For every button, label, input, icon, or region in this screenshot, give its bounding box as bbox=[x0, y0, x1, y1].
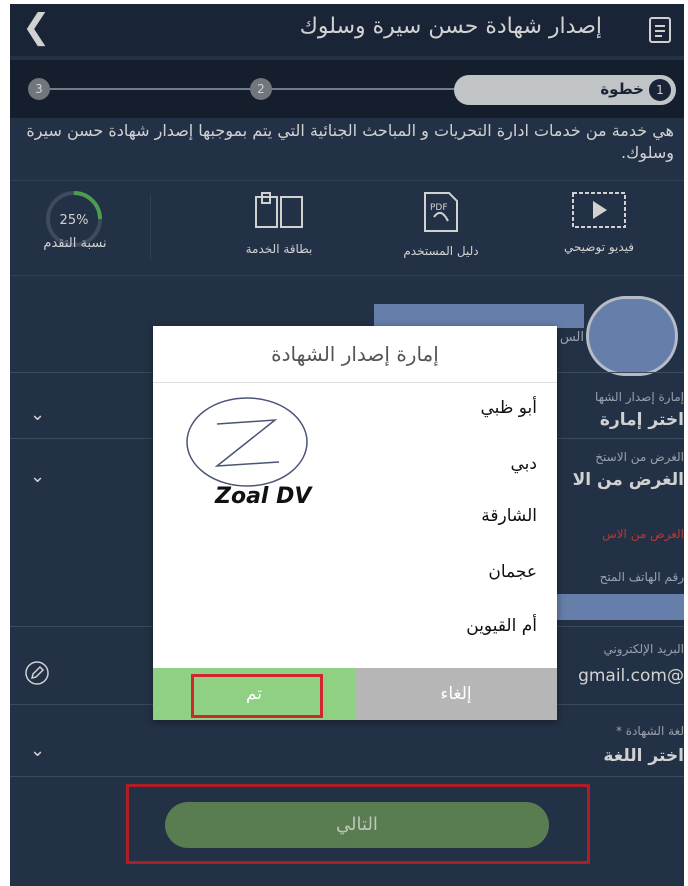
option-abu-dhabi[interactable]: أبو ظبي bbox=[481, 398, 537, 418]
option-sharjah[interactable]: الشارقة bbox=[481, 506, 537, 526]
option-dubai[interactable]: دبي bbox=[511, 454, 537, 474]
watermark-logo bbox=[183, 396, 363, 546]
dialog-buttons: تم إلغاء bbox=[153, 668, 557, 720]
done-button-highlight bbox=[191, 674, 323, 718]
emirate-picker-dialog: إمارة إصدار الشهادة أبو ظبي دبي الشارقة … bbox=[153, 326, 557, 720]
watermark-text: Zoal DV bbox=[215, 484, 312, 509]
app-screen: ❮ إصدار شهادة حسن سيرة وسلوك 3 2 1 خطوة … bbox=[10, 4, 684, 886]
cancel-button[interactable]: إلغاء bbox=[355, 668, 557, 720]
dialog-title: إمارة إصدار الشهادة bbox=[153, 326, 557, 383]
option-ajman[interactable]: عجمان bbox=[488, 562, 537, 582]
option-umm-al-quwain[interactable]: أم القيوين bbox=[466, 616, 537, 636]
